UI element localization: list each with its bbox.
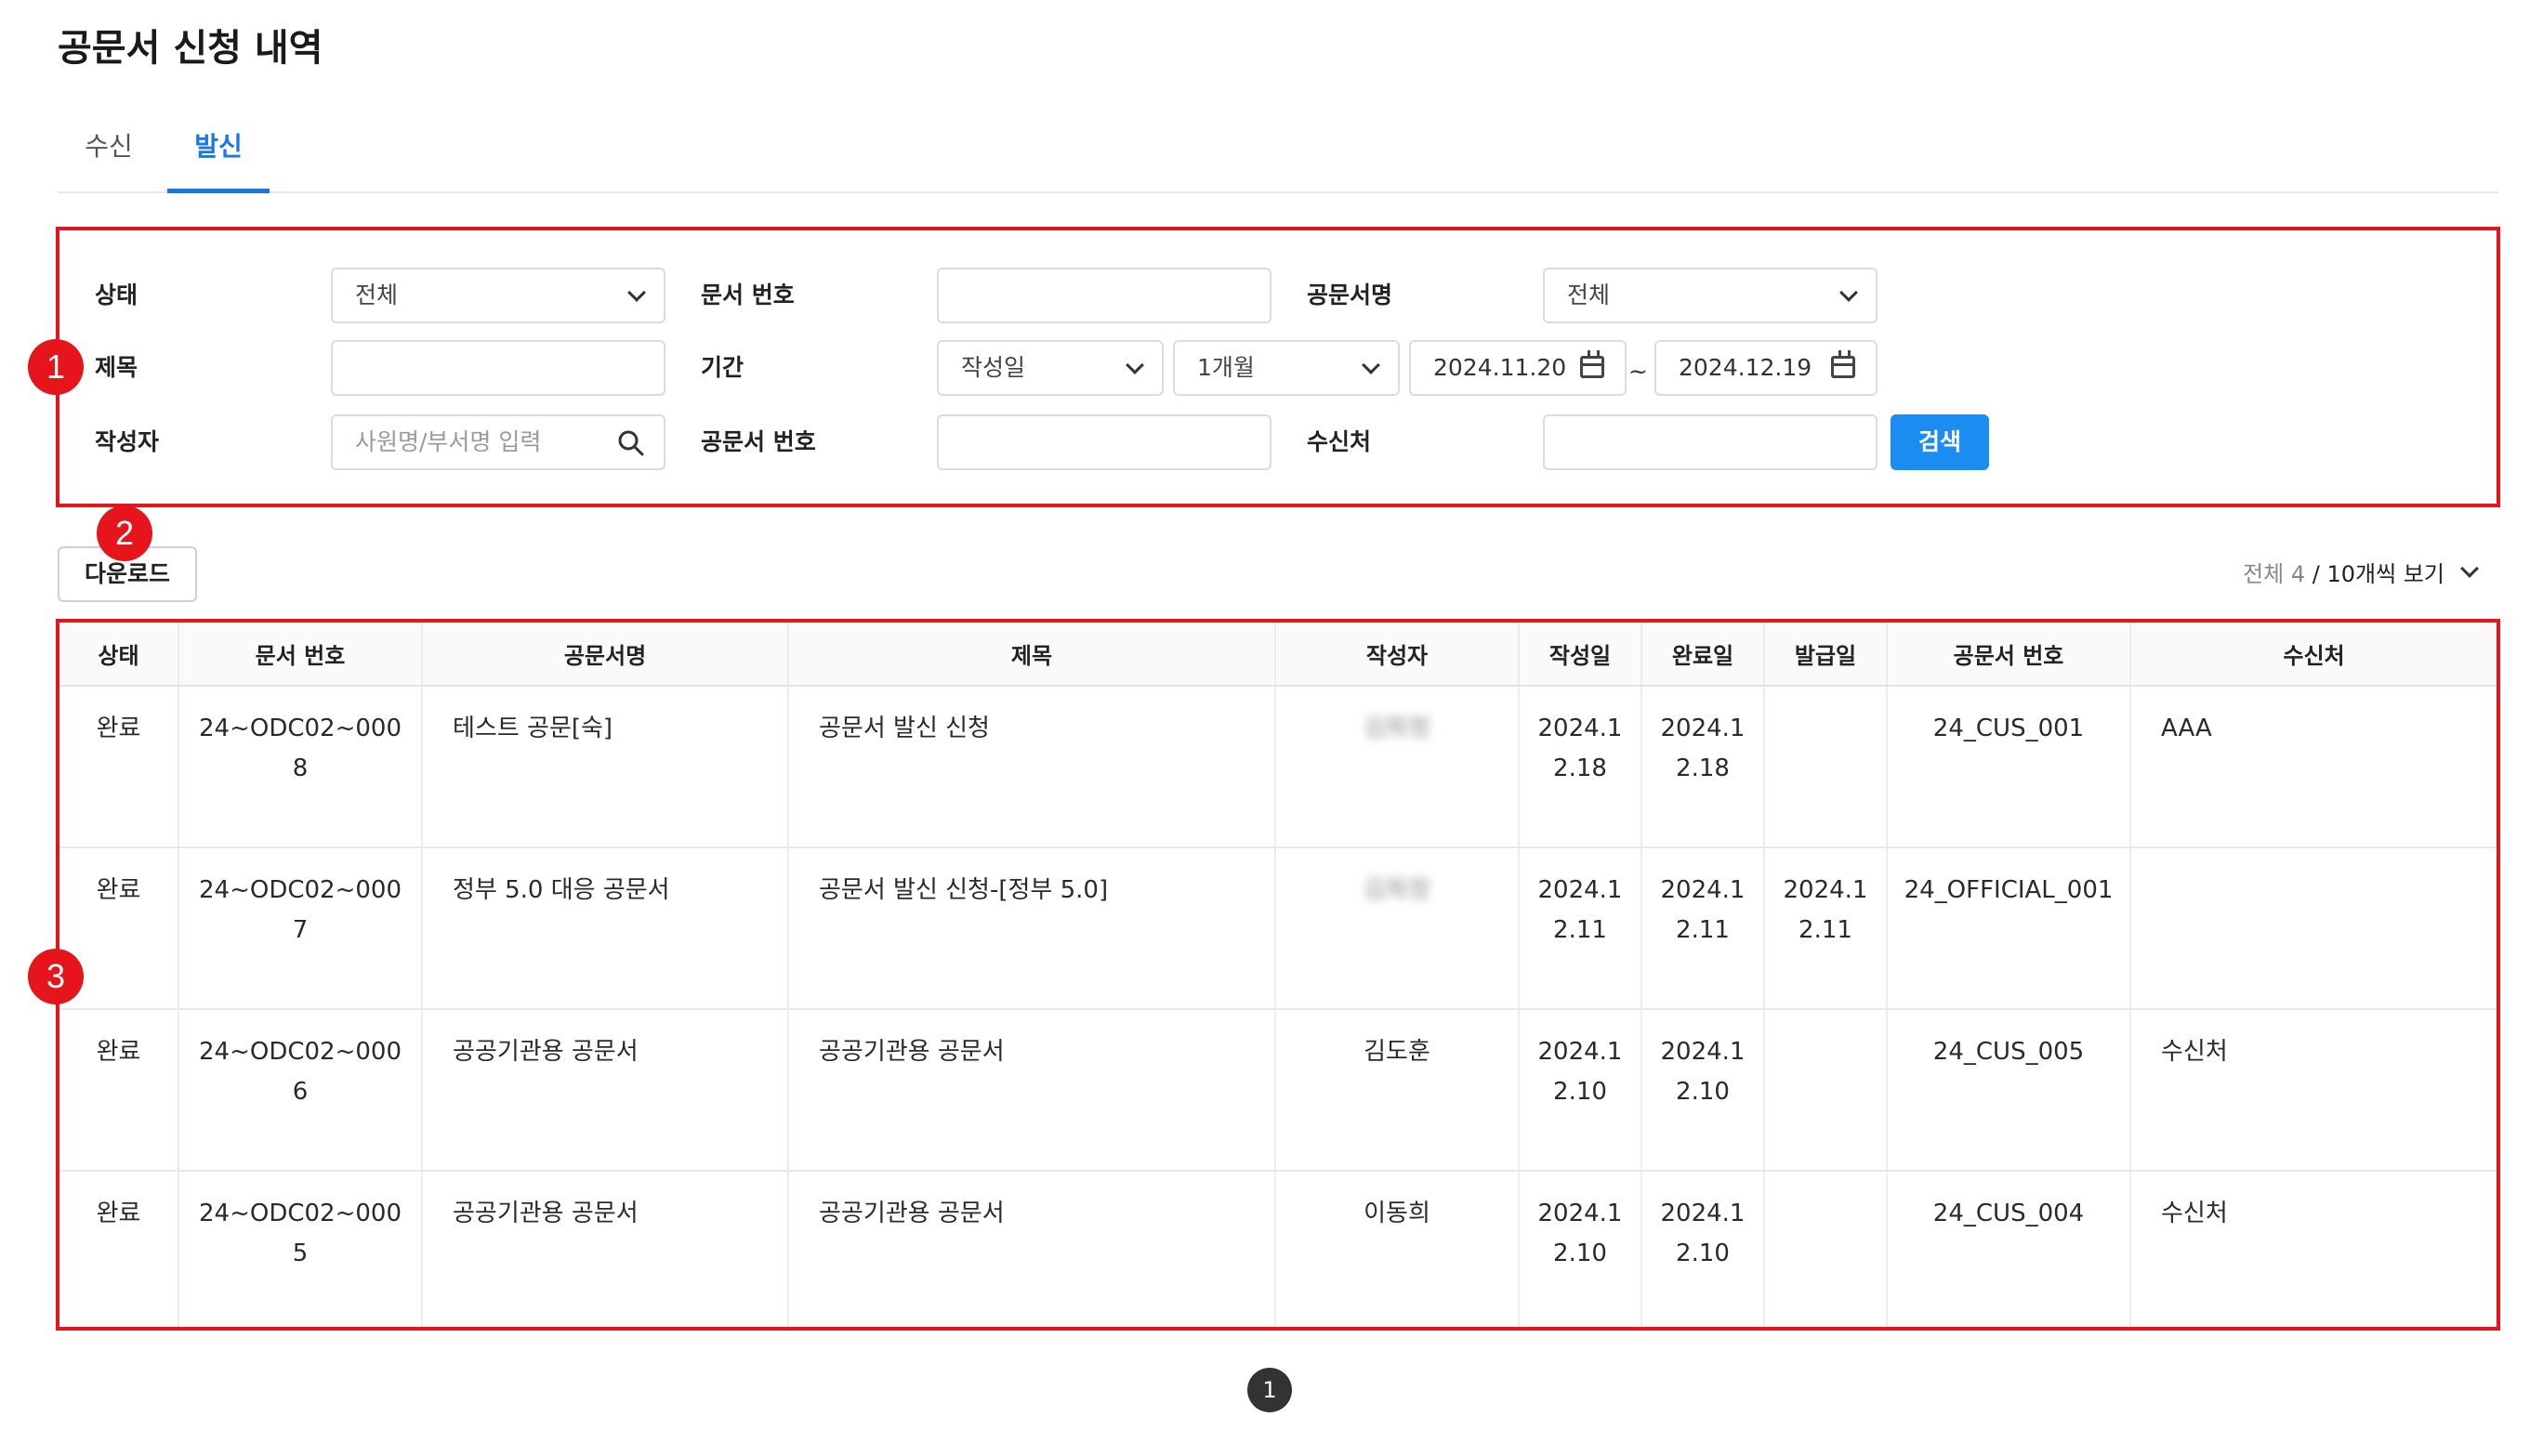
page-title: 공문서 신청 내역 [58,27,323,70]
annotation-marker-3: 3 [28,949,84,1004]
total-separator: / [2305,561,2327,587]
annotation-box-table [56,619,2500,1331]
pagination-page-1[interactable]: 1 [1247,1368,1292,1412]
tab-sent[interactable]: 발신 [167,111,270,193]
annotation-marker-2: 2 [97,505,152,561]
chevron-down-icon [2460,559,2479,578]
total-count: 전체 4 [2243,561,2306,587]
tab-received[interactable]: 수신 [58,111,160,193]
per-page-value: 10개씩 보기 [2326,561,2445,587]
annotation-box-filters [56,227,2500,507]
tab-bar: 수신 발신 [58,111,2498,193]
annotation-marker-1: 1 [28,339,84,395]
page: 공문서 신청 내역 수신 발신 상태 전체 문서 번호 공문서명 전체 제목 기… [0,0,2543,1456]
page-size-select[interactable]: 전체 4 / 10개씩 보기 [2243,550,2482,598]
